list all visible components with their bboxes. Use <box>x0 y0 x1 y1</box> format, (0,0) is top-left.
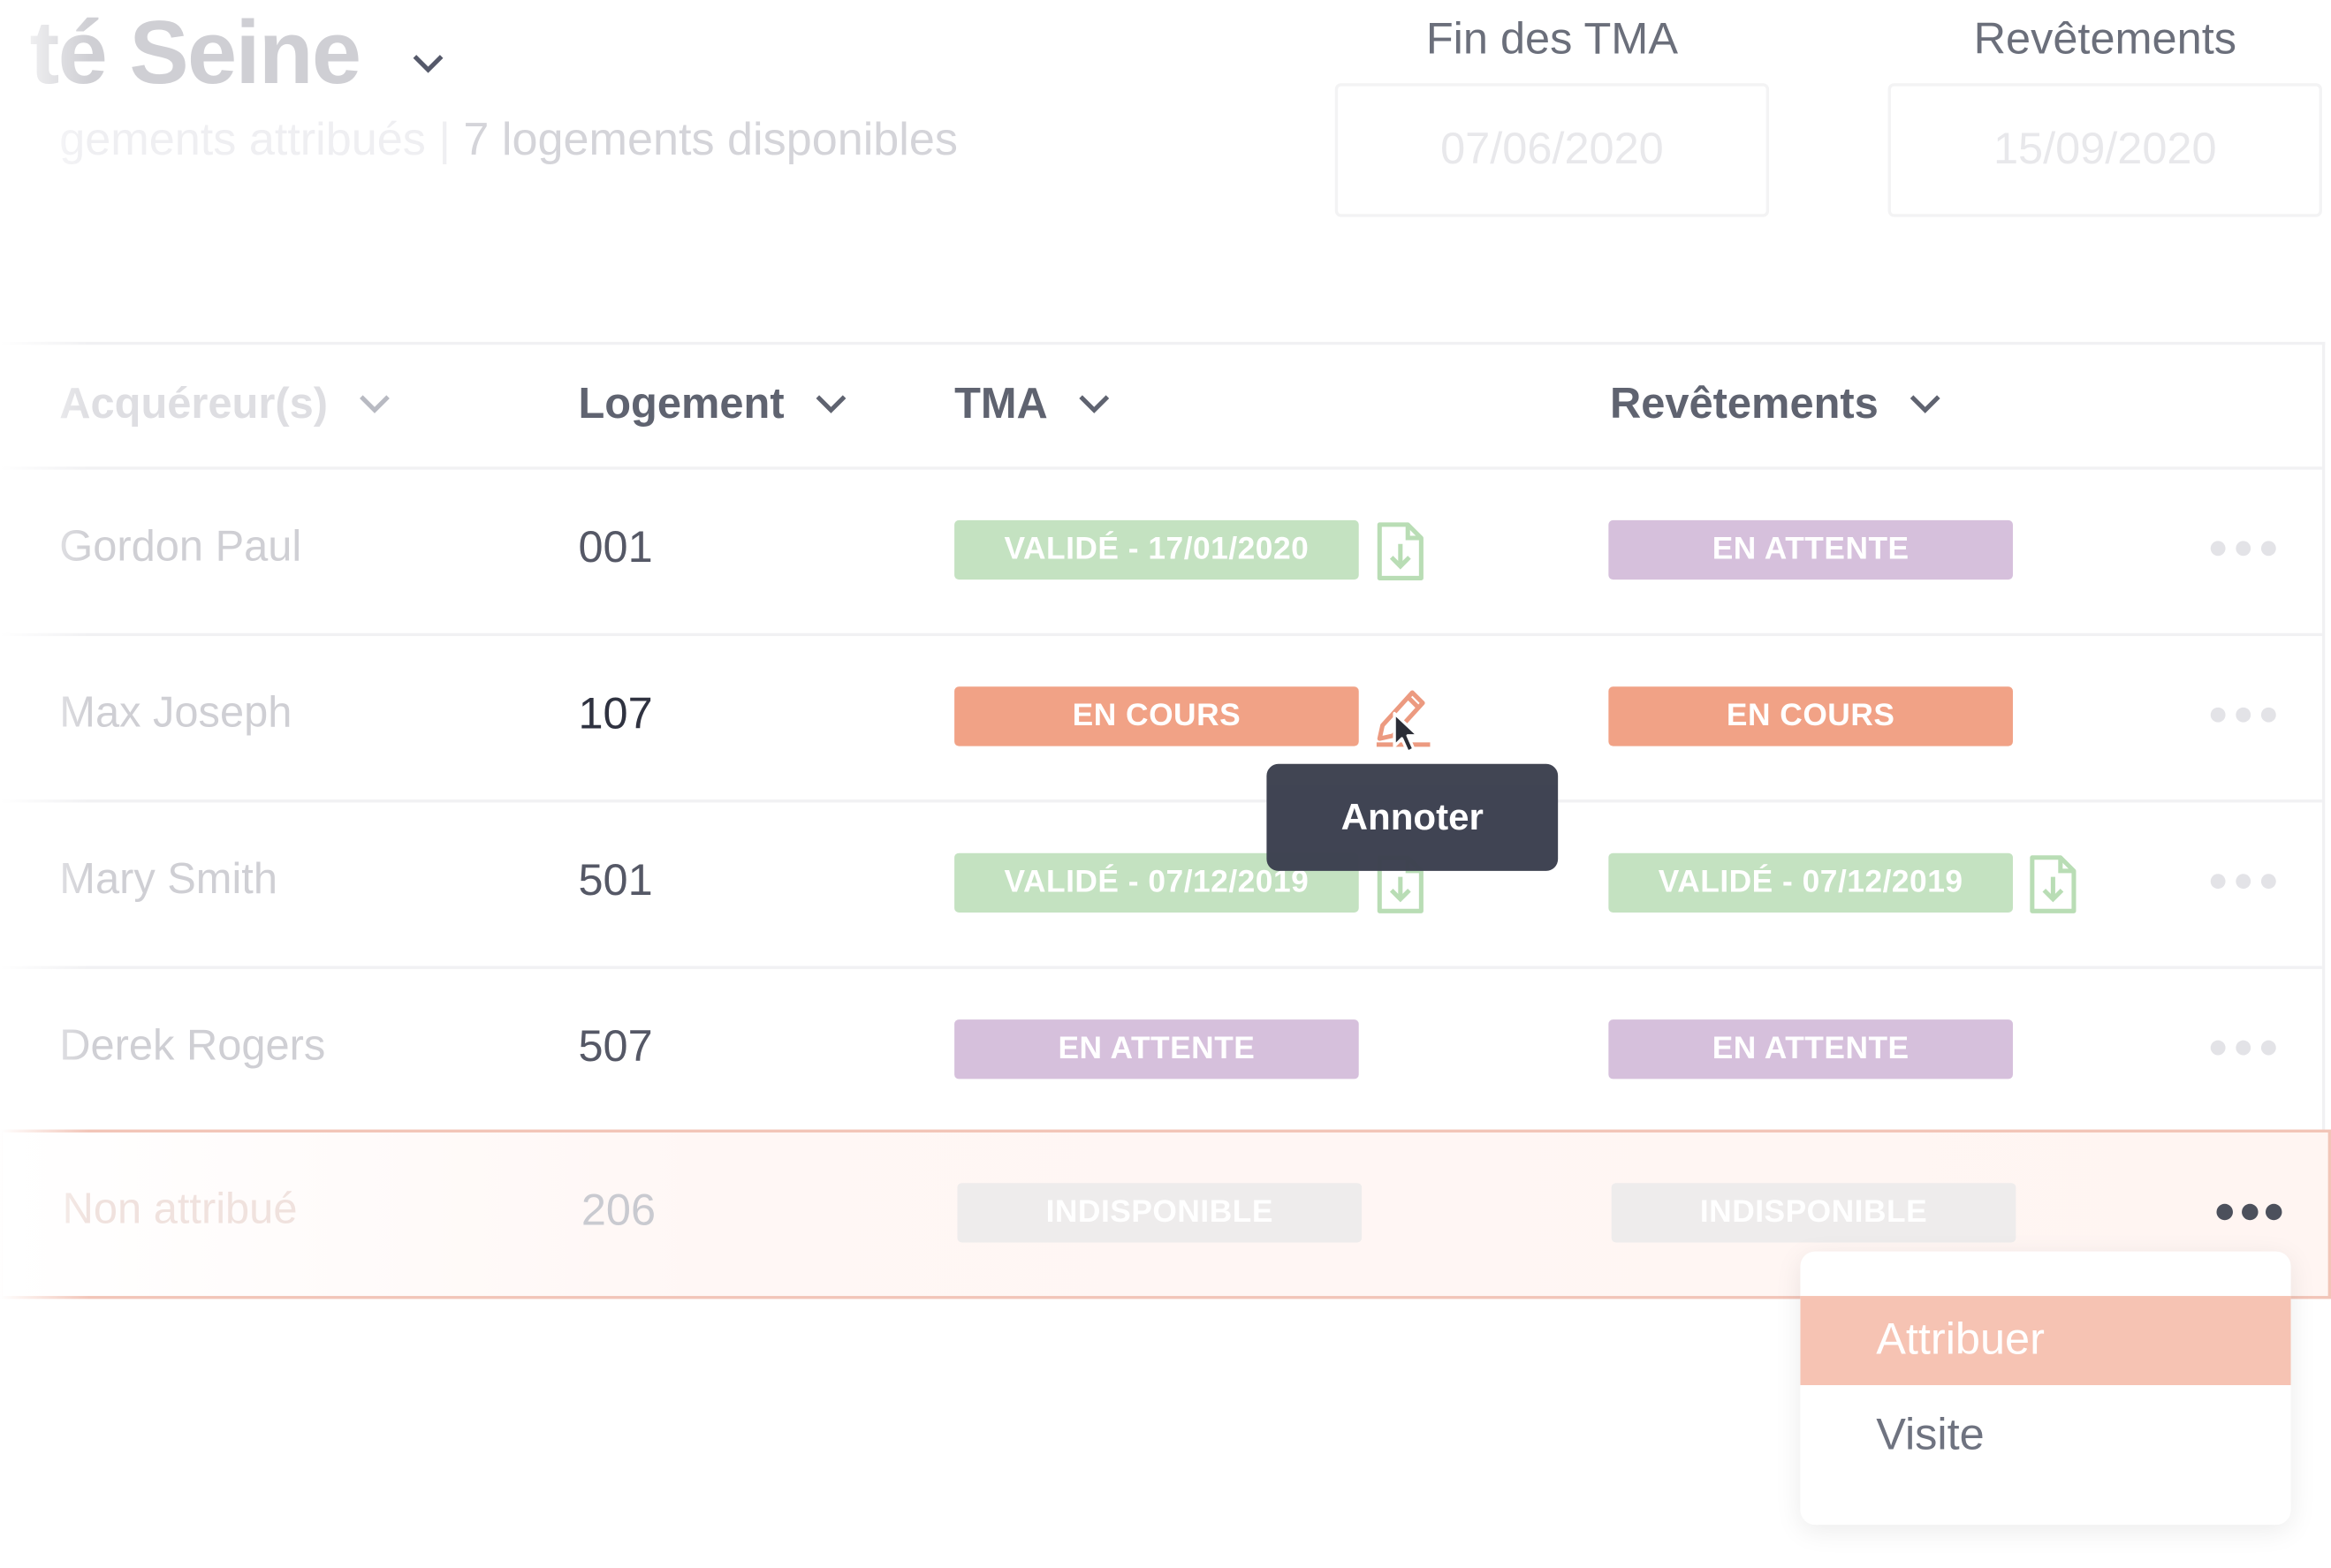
more-options-icon[interactable] <box>2210 871 2276 892</box>
buyer-name: Gordon Paul <box>59 523 302 572</box>
tma-status-badge: EN COURS <box>954 686 1359 746</box>
buyer-name: Non attribué <box>62 1185 298 1234</box>
housing-number: 107 <box>578 689 653 739</box>
coatings-deadline-field[interactable]: 15/09/2020 <box>1887 83 2322 217</box>
column-housing[interactable]: Logement <box>578 375 847 434</box>
coatings-deadline-label: Revêtements <box>1973 14 2236 64</box>
housing-number: 501 <box>578 856 653 905</box>
table-row[interactable]: Derek Rogers 507 EN ATTENTE EN ATTENTE <box>0 969 2322 1136</box>
program-selector[interactable]: té Seine <box>30 0 446 104</box>
tma-status-badge: INDISPONIBLE <box>957 1183 1363 1243</box>
column-buyers[interactable]: Acquéreur(s) <box>59 375 390 434</box>
coatings-status-badge: EN ATTENTE <box>1608 519 2013 580</box>
app-viewport: té Seine gements attribués | 7 logements… <box>0 0 2331 1568</box>
tma-deadline-field[interactable]: 07/06/2020 <box>1334 83 1770 217</box>
annotate-tooltip: Annoter <box>1266 763 1559 871</box>
tma-deadline-label: Fin des TMA <box>1425 14 1679 64</box>
download-document-icon[interactable] <box>2028 853 2078 916</box>
tma-status-badge: EN ATTENTE <box>954 1019 1359 1079</box>
table-header: Acquéreur(s) Logement TMA Revêtements <box>0 345 2322 470</box>
column-coatings[interactable]: Revêtements <box>1610 375 1940 434</box>
table-row[interactable]: Gordon Paul 001 VALIDÉ - 17/01/2020 EN A… <box>0 470 2322 637</box>
table-row[interactable]: Max Joseph 107 EN COURS EN COURS <box>0 636 2322 803</box>
coatings-status-badge: EN COURS <box>1608 686 2013 746</box>
housing-table: Acquéreur(s) Logement TMA Revêtements Go… <box>0 341 2331 1299</box>
housing-number: 001 <box>578 523 653 572</box>
coatings-status-badge: EN ATTENTE <box>1608 1019 2013 1079</box>
chevron-down-icon[interactable] <box>1077 394 1110 415</box>
housing-number: 507 <box>578 1022 653 1072</box>
row-actions-menu: Attribuer Visite <box>1800 1251 2291 1526</box>
buyer-name: Max Joseph <box>59 689 292 738</box>
housing-number: 206 <box>581 1185 657 1236</box>
more-options-icon[interactable] <box>2210 704 2276 725</box>
menu-item-assign[interactable]: Attribuer <box>1800 1296 2291 1385</box>
chevron-down-icon[interactable] <box>814 394 847 415</box>
more-options-icon[interactable] <box>2210 538 2276 559</box>
annotate-pencil-icon[interactable] <box>1371 681 1439 758</box>
coatings-deadline: Revêtements 15/09/2020 <box>1887 9 2322 217</box>
column-tma[interactable]: TMA <box>954 375 1110 434</box>
tma-deadline: Fin des TMA 07/06/2020 <box>1334 9 1770 217</box>
tma-status-badge: VALIDÉ - 17/01/2020 <box>954 519 1359 580</box>
menu-item-visit[interactable]: Visite <box>1800 1391 2290 1481</box>
chevron-down-icon[interactable] <box>358 394 391 415</box>
more-options-icon[interactable] <box>2216 1201 2282 1222</box>
chevron-down-icon[interactable] <box>1908 394 1940 415</box>
buyer-name: Mary Smith <box>59 856 278 904</box>
coatings-status-badge: INDISPONIBLE <box>1611 1183 2016 1243</box>
coatings-status-badge: VALIDÉ - 07/12/2019 <box>1608 852 2013 913</box>
table-row[interactable]: Mary Smith 501 VALIDÉ - 07/12/2019 VALID… <box>0 802 2322 969</box>
download-document-icon[interactable] <box>1375 520 1425 583</box>
buyer-name: Derek Rogers <box>59 1022 326 1071</box>
housing-summary: gements attribués | 7 logements disponib… <box>59 112 958 165</box>
more-options-icon[interactable] <box>2210 1037 2276 1058</box>
chevron-down-icon[interactable] <box>411 44 446 80</box>
page-title: té Seine <box>29 2 361 102</box>
